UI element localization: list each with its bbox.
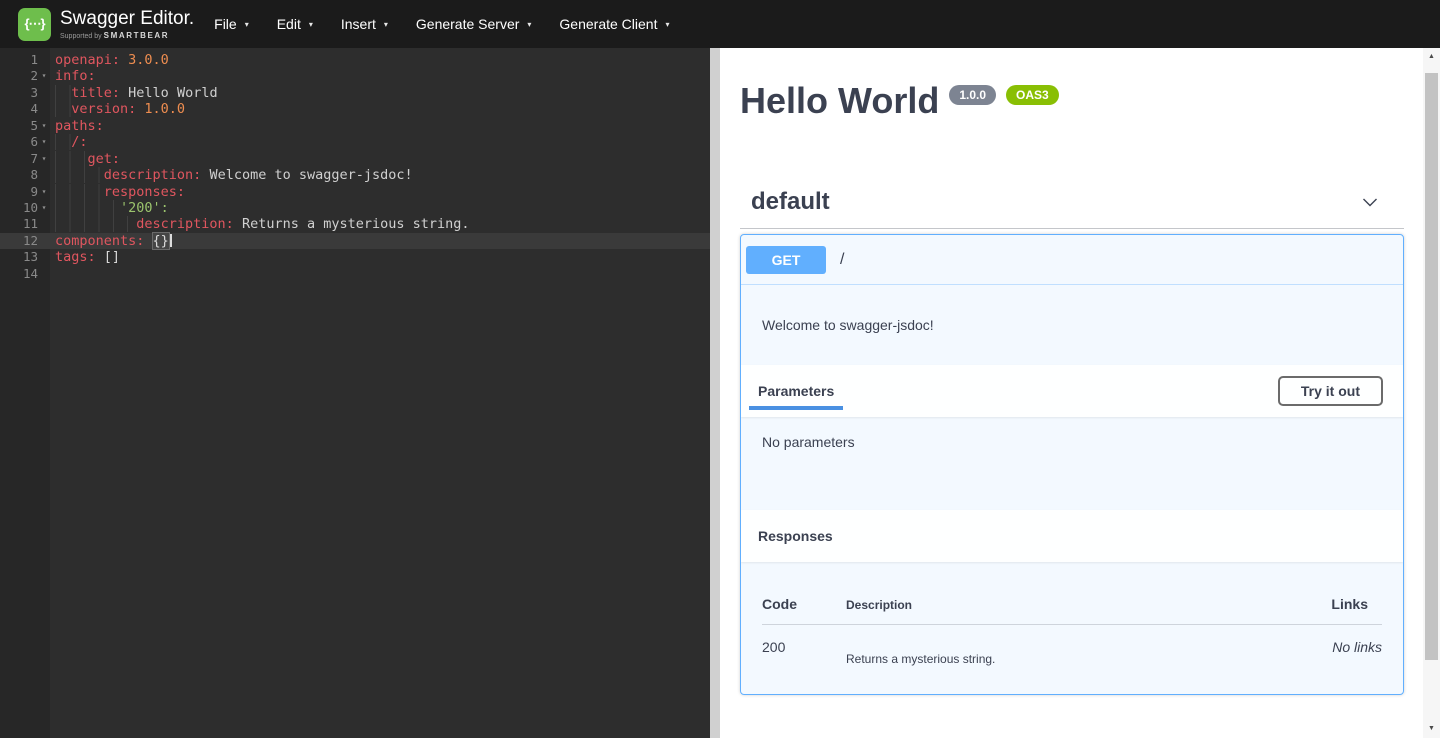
http-method-badge: GET xyxy=(746,246,826,274)
response-links: No links xyxy=(1272,639,1382,666)
brand-text: Swagger Editor. Supported bySMARTBEAR xyxy=(60,9,194,40)
api-docs-pane: Hello World 1.0.0 OAS3 default GET / Wel… xyxy=(720,48,1423,738)
tag-section-header[interactable]: default xyxy=(740,188,1404,229)
opblock-get: GET / Welcome to swagger-jsdoc! Paramete… xyxy=(740,234,1404,695)
brand-tagline: Supported bySMARTBEAR xyxy=(60,31,194,40)
try-it-out-button[interactable]: Try it out xyxy=(1278,376,1383,406)
code-line[interactable]: 2▾ info: xyxy=(0,68,710,84)
code-line[interactable]: 4 version: 1.0.0 xyxy=(0,101,710,117)
topbar: {⋯} Swagger Editor. Supported bySMARTBEA… xyxy=(0,0,1440,48)
operation-description: Welcome to swagger-jsdoc! xyxy=(741,285,1403,365)
line-number: 4 xyxy=(0,101,38,117)
api-info: Hello World 1.0.0 OAS3 xyxy=(740,48,1404,120)
chevron-down-icon[interactable] xyxy=(1360,192,1380,212)
responses-table: Code Description Links 200 Returns a mys… xyxy=(741,562,1403,694)
code-line[interactable]: 1 openapi: 3.0.0 xyxy=(0,52,710,68)
text-cursor xyxy=(170,234,172,247)
menu-generate-client[interactable]: Generate Client▾ xyxy=(545,0,683,48)
code-line[interactable]: 11 description: Returns a mysterious str… xyxy=(0,216,710,232)
version-badge: 1.0.0 xyxy=(949,85,996,105)
tag-name: default xyxy=(751,188,830,216)
fold-arrow-icon[interactable]: ▾ xyxy=(38,184,50,200)
scroll-down-icon[interactable]: ▼ xyxy=(1423,722,1440,736)
brand-link[interactable]: {⋯} Swagger Editor. Supported bySMARTBEA… xyxy=(0,8,194,41)
menu-file[interactable]: File▾ xyxy=(200,0,263,48)
fold-arrow-icon[interactable]: ▾ xyxy=(38,68,50,84)
parameters-header: Parameters Try it out xyxy=(741,365,1403,417)
code-line-active[interactable]: 12 components: {} xyxy=(0,233,710,249)
response-row: 200 Returns a mysterious string. No link… xyxy=(762,625,1382,666)
responses-header: Responses xyxy=(741,510,1403,562)
line-number: 12 xyxy=(0,233,38,249)
line-number: 1 xyxy=(0,52,38,68)
caret-down-icon: ▾ xyxy=(384,20,388,29)
code-line[interactable]: 3 title: Hello World xyxy=(0,85,710,101)
caret-down-icon: ▾ xyxy=(527,20,531,29)
scroll-up-icon[interactable]: ▲ xyxy=(1423,50,1440,64)
tab-parameters[interactable]: Parameters xyxy=(749,365,843,417)
menu-insert[interactable]: Insert▾ xyxy=(327,0,402,48)
fold-arrow-icon[interactable]: ▾ xyxy=(38,200,50,216)
code-line[interactable]: 10▾ '200': xyxy=(0,200,710,216)
fold-arrow-icon[interactable]: ▾ xyxy=(38,134,50,150)
line-number: 9 xyxy=(0,184,38,200)
pane-splitter[interactable] xyxy=(710,48,720,738)
responses-heading: Responses xyxy=(749,528,833,544)
smartbear-logo: SMARTBEAR xyxy=(104,31,170,40)
line-number: 3 xyxy=(0,85,38,101)
no-parameters-message: No parameters xyxy=(741,417,1403,510)
responses-table-header: Code Description Links xyxy=(762,582,1382,625)
menu-bar: File▾ Edit▾ Insert▾ Generate Server▾ Gen… xyxy=(200,0,683,48)
code-line[interactable]: 9▾ responses: xyxy=(0,184,710,200)
caret-down-icon: ▾ xyxy=(309,20,313,29)
scrollbar-thumb[interactable] xyxy=(1425,73,1438,660)
yaml-code-editor[interactable]: 1 openapi: 3.0.0 2▾ info: 3 title: Hello… xyxy=(0,48,710,738)
response-code: 200 xyxy=(762,639,846,666)
col-header-links: Links xyxy=(1272,596,1382,612)
response-description: Returns a mysterious string. xyxy=(846,639,1272,666)
caret-down-icon: ▾ xyxy=(665,20,669,29)
col-header-description: Description xyxy=(846,596,1272,612)
code-line[interactable]: 6▾ /: xyxy=(0,134,710,150)
line-number: 6 xyxy=(0,134,38,150)
code-line[interactable]: 7▾ get: xyxy=(0,151,710,167)
line-number: 2 xyxy=(0,68,38,84)
col-header-code: Code xyxy=(762,596,846,612)
menu-generate-server[interactable]: Generate Server▾ xyxy=(402,0,546,48)
swagger-logo-icon: {⋯} xyxy=(18,8,51,41)
operation-summary[interactable]: GET / xyxy=(741,235,1403,285)
oas3-badge: OAS3 xyxy=(1006,85,1059,105)
brand-title: Swagger Editor. xyxy=(60,9,194,29)
code-line[interactable]: 5▾ paths: xyxy=(0,118,710,134)
menu-edit[interactable]: Edit▾ xyxy=(263,0,327,48)
line-number: 7 xyxy=(0,151,38,167)
line-number: 5 xyxy=(0,118,38,134)
line-number: 14 xyxy=(0,266,38,282)
vertical-scrollbar[interactable]: ▲ ▼ xyxy=(1423,48,1440,738)
line-number: 8 xyxy=(0,167,38,183)
fold-arrow-icon[interactable]: ▾ xyxy=(38,118,50,134)
line-number: 11 xyxy=(0,216,38,232)
line-number: 10 xyxy=(0,200,38,216)
api-title: Hello World 1.0.0 OAS3 xyxy=(740,82,1404,120)
code-line[interactable]: 8 description: Welcome to swagger-jsdoc! xyxy=(0,167,710,183)
code-line[interactable]: 13 tags: [] xyxy=(0,249,710,265)
code-line[interactable]: 14 xyxy=(0,266,710,282)
fold-arrow-icon[interactable]: ▾ xyxy=(38,151,50,167)
caret-down-icon: ▾ xyxy=(245,20,249,29)
operation-path: / xyxy=(840,251,844,269)
line-number: 13 xyxy=(0,249,38,265)
